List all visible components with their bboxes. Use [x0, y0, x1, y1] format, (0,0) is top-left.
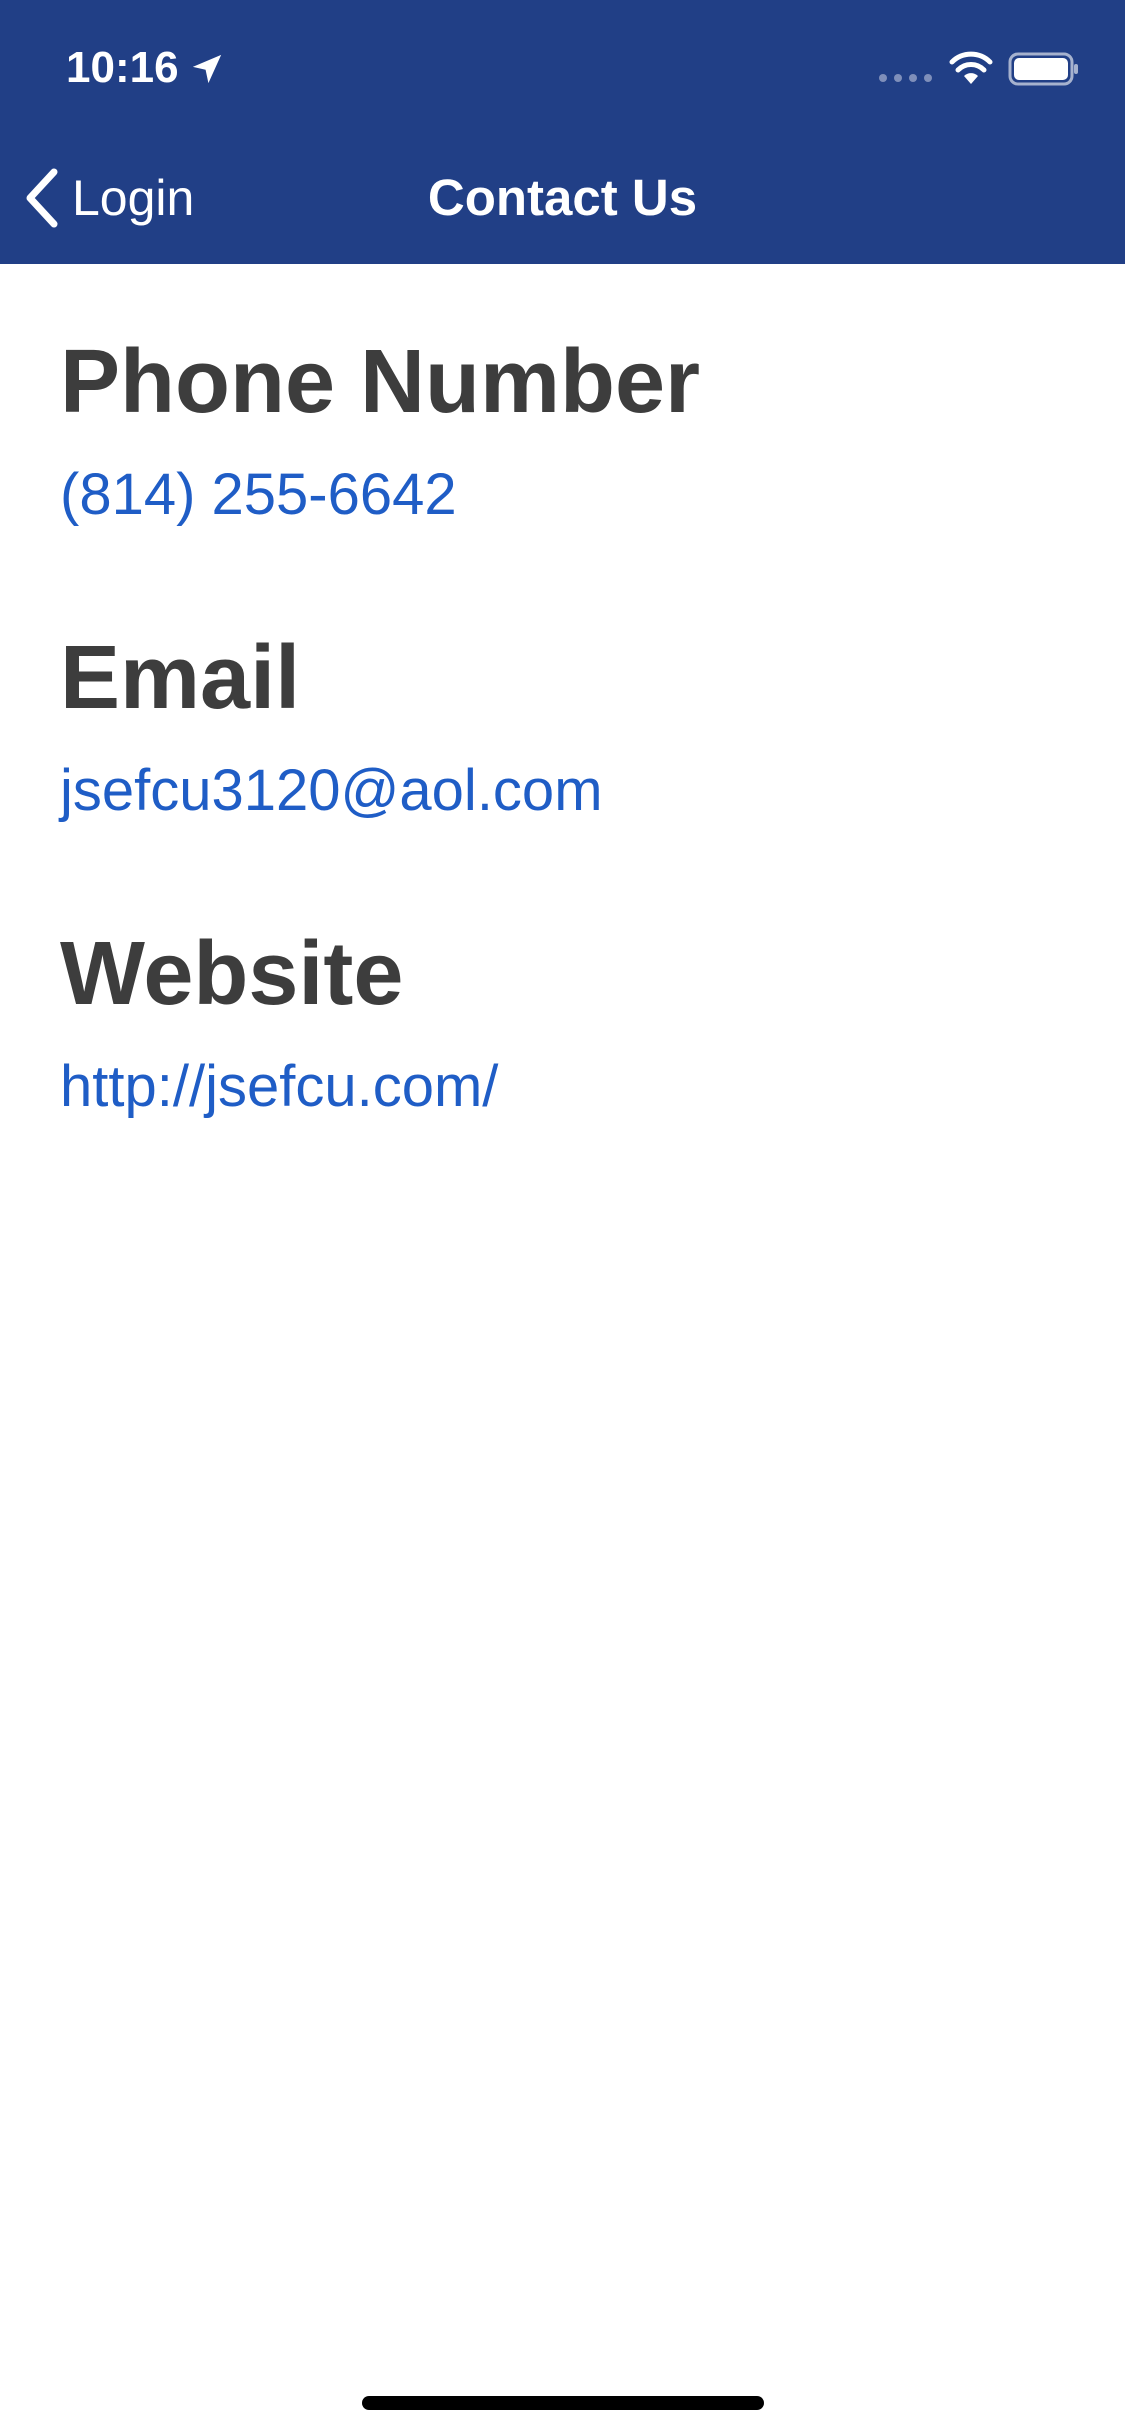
- page-title: Contact Us: [427, 169, 698, 226]
- status-time: 10:16: [66, 43, 179, 92]
- website-link[interactable]: http://jsefcu.com/: [60, 1052, 498, 1122]
- wifi-icon: [949, 51, 993, 84]
- phone-section: Phone Number (814) 255-6642: [60, 330, 700, 530]
- navigation-header: 10:16 Login Contact Us: [0, 0, 1125, 264]
- battery-icon: [1008, 52, 1078, 86]
- home-indicator[interactable]: [362, 2396, 764, 2410]
- website-section: Website http://jsefcu.com/: [60, 922, 498, 1122]
- email-section: Email jsefcu3120@aol.com: [60, 626, 603, 826]
- location-arrow-icon: [192, 54, 222, 84]
- website-heading: Website: [60, 924, 404, 1024]
- phone-link[interactable]: (814) 255-6642: [60, 460, 700, 530]
- cellular-signal-icon: [879, 74, 932, 82]
- phone-heading: Phone Number: [60, 332, 701, 432]
- email-heading: Email: [60, 628, 301, 728]
- email-link[interactable]: jsefcu3120@aol.com: [60, 756, 603, 826]
